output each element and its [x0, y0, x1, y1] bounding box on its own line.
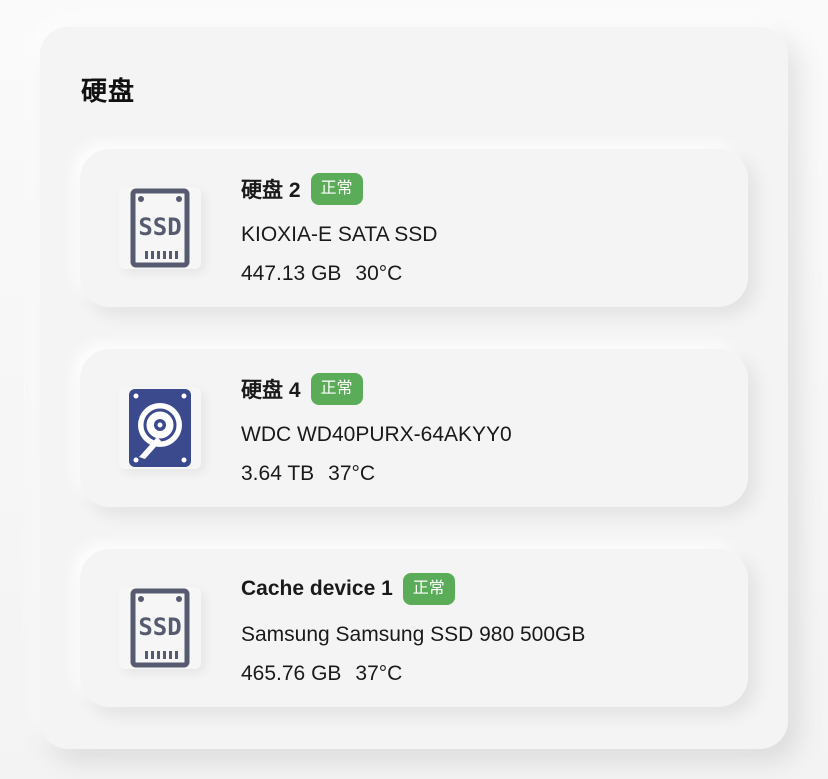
ssd-icon: SSD — [119, 187, 201, 269]
disk-panel: 硬盘 SSD 硬盘 2 正常 KIOXIA-E SATA SSD 447.13 … — [40, 27, 788, 749]
disk-model: KIOXIA-E SATA SSD — [241, 223, 438, 246]
ssd-icon: SSD — [119, 587, 201, 669]
disk-temperature: 30°C — [355, 262, 403, 285]
disk-card[interactable]: SSD Cache device 1 正常 Samsung Samsung SS… — [80, 549, 748, 707]
disk-name: 硬盘 2 — [241, 179, 301, 202]
status-badge: 正常 — [402, 573, 455, 605]
status-badge: 正常 — [310, 373, 363, 405]
disk-title-row: 硬盘 4 正常 — [241, 373, 363, 405]
page: 硬盘 SSD 硬盘 2 正常 KIOXIA-E SATA SSD 447.13 … — [0, 0, 828, 779]
disk-title-row: 硬盘 2 正常 — [241, 173, 363, 205]
disk-capacity: 3.64 TB — [241, 462, 315, 485]
hdd-icon — [119, 387, 201, 469]
disk-name: 硬盘 4 — [241, 379, 301, 402]
disk-temperature: 37°C — [328, 462, 376, 485]
disk-model: WDC WD40PURX-64AKYY0 — [241, 423, 512, 446]
disk-capacity: 447.13 GB — [241, 262, 342, 285]
disk-capacity: 465.76 GB — [241, 662, 342, 685]
svg-text:SSD: SSD — [138, 213, 181, 241]
status-badge: 正常 — [310, 173, 363, 205]
disk-title-row: Cache device 1 正常 — [241, 573, 455, 605]
disk-card[interactable]: 硬盘 4 正常 WDC WD40PURX-64AKYY0 3.64 TB 37°C — [80, 349, 748, 507]
disk-meta: 447.13 GB 30°C — [241, 262, 402, 286]
panel-title: 硬盘 — [81, 76, 136, 106]
svg-text:SSD: SSD — [138, 613, 181, 641]
disk-name: Cache device 1 — [241, 577, 393, 600]
disk-model: Samsung Samsung SSD 980 500GB — [241, 623, 586, 646]
disk-card[interactable]: SSD 硬盘 2 正常 KIOXIA-E SATA SSD 447.13 GB 3… — [80, 149, 748, 307]
disk-meta: 465.76 GB 37°C — [241, 662, 402, 686]
disk-temperature: 37°C — [355, 662, 403, 685]
disk-meta: 3.64 TB 37°C — [241, 462, 375, 486]
